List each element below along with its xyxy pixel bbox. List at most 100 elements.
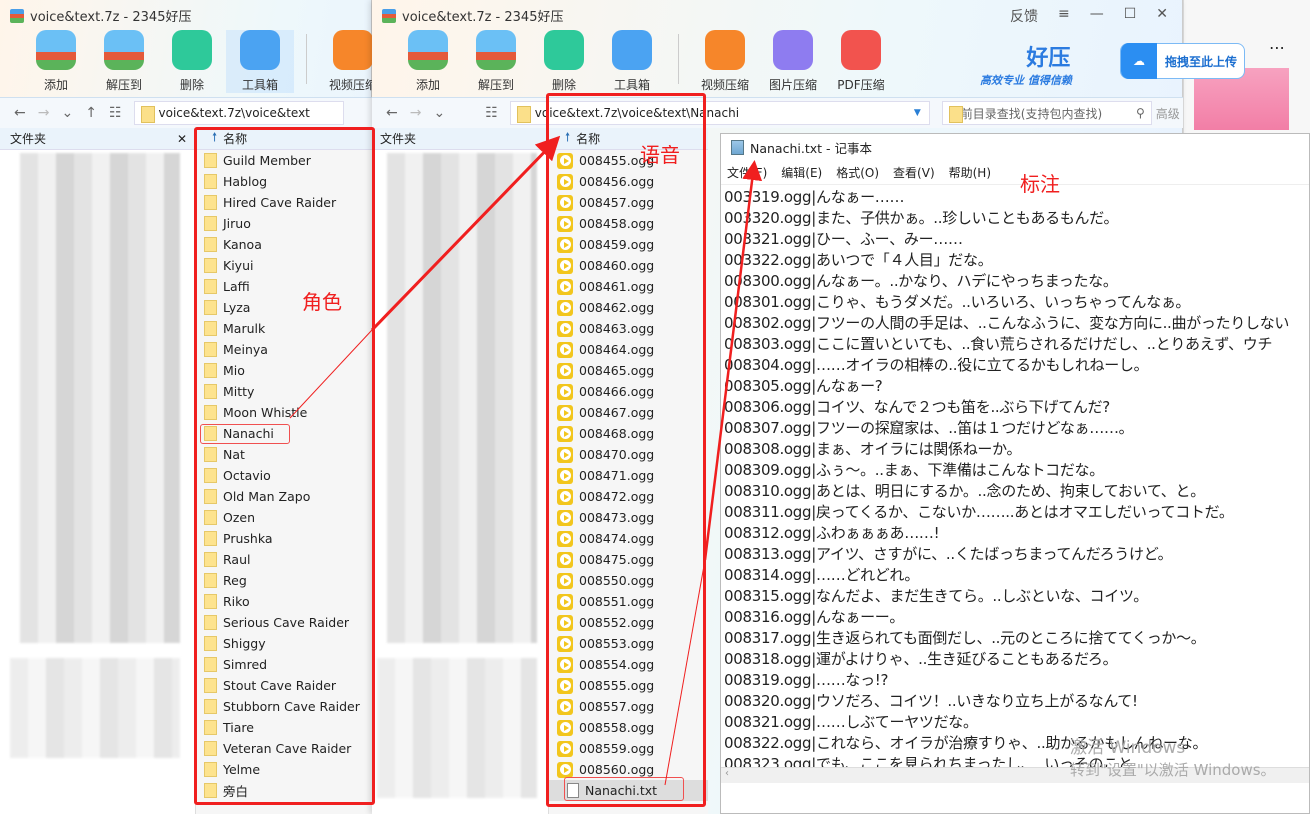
close-pane-icon[interactable]: ✕ [177,132,187,146]
text-line: 008311.ogg|戻ってくるか、こないか……..あとはオマエしだいってコトだ… [724,503,1234,521]
menu-item[interactable]: 编辑(E) [781,164,822,181]
forward-icon[interactable]: → [38,105,50,121]
menu-item[interactable]: 文件(F) [727,164,767,181]
brand-logo: 好压 高效专业 值得信赖 [980,46,1072,87]
text-line: 008310.ogg|あとは、明日にするか。..念のため、拘束しておいて、と。 [724,482,1205,500]
text-line: 003320.ogg|また、子供かぁ。..珍しいこともあるもんだ。 [724,209,1119,227]
text-line: 003319.ogg|んなぁー…… [724,188,905,206]
text-line: 008301.ogg|こりゃ、もうダメだ。..いろいろ、いっちゃってんなぁ。 [724,293,1191,311]
toolbox-button[interactable]: 工具箱 [598,30,666,93]
recycle-icon [544,30,584,70]
activation-watermark: 激活 Windows 转到"设置"以激活 Windows。 [1070,738,1276,779]
toolbar: 添加 解压到 删除 工具箱 视频压缩 图片压缩 PDF压缩 [394,30,895,93]
menu-icon[interactable]: ≡ [1058,6,1070,26]
txt-file-highlight [564,777,684,801]
pdf-compress-button[interactable]: PDF压缩 [827,30,895,93]
extract-button[interactable]: 解压到 [462,30,530,93]
text-line: 003322.ogg|あいつで「４人目」だな。 [724,251,993,269]
upload-button[interactable]: ☁ 拖拽至此上传 [1120,43,1245,79]
image-compress-button[interactable]: 图片压缩 [759,30,827,93]
add-icon [408,30,448,70]
feedback-button[interactable]: 反馈 [1010,6,1038,26]
view-icon[interactable]: ☷ [485,105,498,121]
back-icon[interactable]: ← [14,105,26,121]
text-line: 008321.ogg|……しぶてーヤツだな。 [724,713,978,731]
path-field[interactable]: voice&text.7z\voice&text [133,101,344,125]
window-title: voice&text.7z - 2345好压 [10,6,191,25]
search-icon[interactable]: ⚲ [1136,106,1145,120]
path-dropdown-icon[interactable]: ▼ [914,108,921,118]
text-line: 008315.ogg|なんだよ、まだ生きてら。..しぶといな、コイツ。 [724,587,1148,605]
text-line: 008309.ogg|ふぅ～。..まぁ、下準備はこんなトコだな。 [724,461,1104,479]
text-line: 008320.ogg|ウソだろ、コイツ！..いきなり立ち上がるなんて! [724,692,1138,710]
dropdown-icon[interactable]: ⌄ [433,105,445,121]
search-input[interactable]: 当前目录查找(支持包内查找) ⚲ [941,101,1152,125]
add-icon [36,30,76,70]
address-bar: ← → ⌄ ☷ voice&text.7z\voice&text\Nanachi ▼ 当… [372,97,1183,128]
menu-item[interactable]: 查看(V) [893,164,935,181]
image-icon [773,30,813,70]
notepad-text-area[interactable]: 003319.ogg|んなぁー…… 003320.ogg|また、子供かぁ。..珍し… [721,185,1309,785]
text-line: 008308.ogg|まぁ、オイラには関係ねーか。 [724,440,1022,458]
more-icon[interactable]: ⋯ [1269,38,1285,57]
folder-tree-pane: 文件夹 ✕ [0,128,195,814]
text-line: 008303.ogg|ここに置いといても、..食い荒らされるだけだし、..とりあ… [724,335,1273,353]
text-line: 003321.ogg|ひー、ふー、みー…… [724,230,963,248]
voice-highlight-box [546,93,706,807]
text-line: 008305.ogg|んなぁー? [724,377,883,395]
folder-tree-pane: 文件夹 [372,128,548,814]
text-line: 008317.ogg|生き返られても面倒だし、..元のところに捨ててくっか～。 [724,629,1206,647]
text-line: 008313.ogg|アイツ、さすがに、..くたばっちまってんだろうけど。 [724,545,1173,563]
delete-button[interactable]: 删除 [530,30,598,93]
text-line: 008314.ogg|……どれどれ。 [724,566,920,584]
extract-button[interactable]: 解压到 [90,30,158,93]
up-icon[interactable]: ↑ [85,105,97,121]
delete-button[interactable]: 删除 [158,30,226,93]
blurred-info [377,658,537,798]
text-line: 008316.ogg|んなぁーー。 [724,608,905,626]
menu-item[interactable]: 格式(O) [836,164,879,181]
cloud-icon: ☁ [1121,43,1157,79]
text-line: 008304.ogg|……オイラの相棒の..役に立てるかもしれねーし。 [724,356,1149,374]
role-highlight-box [194,127,375,805]
video-icon [705,30,745,70]
back-icon[interactable]: ← [386,105,398,121]
notepad-title-bar: Nanachi.txt - 记事本 [721,134,1309,161]
minimize-icon[interactable]: — [1090,6,1104,26]
advanced-search-link[interactable]: 高级 [1156,105,1180,122]
menu-item[interactable]: 帮助(H) [949,164,991,181]
text-line: 008300.ogg|んなぁー。..かなり、ハデにやっちまったな。 [724,272,1118,290]
app-icon [382,8,396,23]
address-bar: ← → ⌄ ↑ ☷ voice&text.7z\voice&text [0,97,372,128]
extract-icon [104,30,144,70]
dropdown-icon[interactable]: ⌄ [61,105,73,121]
role-label: 角色 [302,290,342,314]
toolbox-icon [240,30,280,70]
add-button[interactable]: 添加 [22,30,90,93]
toolbox-button[interactable]: 工具箱 [226,30,294,93]
notepad-window: Nanachi.txt - 记事本 文件(F) 编辑(E) 格式(O) 查看(V) 帮助… [720,133,1310,814]
view-icon[interactable]: ☷ [109,105,122,121]
voice-label: 语音 [640,143,680,167]
blurred-info [10,658,180,758]
pdf-icon [841,30,881,70]
nanachi-folder-highlight [200,424,290,444]
text-line: 008319.ogg|……なっ!? [724,671,889,689]
text-line: 008318.ogg|運がよけりゃ、..生き延びることもあるだろ。 [724,650,1118,668]
notepad-icon [731,140,744,155]
add-button[interactable]: 添加 [394,30,462,93]
extract-icon [476,30,516,70]
recycle-icon [172,30,212,70]
notepad-menu-bar: 文件(F) 编辑(E) 格式(O) 查看(V) 帮助(H) [721,161,1309,185]
text-line: 008306.ogg|コイツ、なんで２つも笛を..ぶら下げてんだ? [724,398,1110,416]
text-line: 008307.ogg|フツーの探窟家は、..笛は１つだけどなぁ……。 [724,419,1134,437]
toolbox-icon [612,30,652,70]
window-controls: 反馈 ≡ — ☐ ✕ [1010,6,1168,26]
video-compress-button[interactable]: 视频压缩 [691,30,759,93]
blurred-tree [20,153,180,643]
close-icon[interactable]: ✕ [1156,6,1168,26]
text-line: 008302.ogg|フツーの人間の手足は、..こんなふうに、変な方向に..曲が… [724,314,1290,332]
toolbar: 添加 解压到 删除 工具箱 视频压缩 [22,30,387,93]
forward-icon[interactable]: → [410,105,422,121]
maximize-icon[interactable]: ☐ [1124,6,1137,26]
